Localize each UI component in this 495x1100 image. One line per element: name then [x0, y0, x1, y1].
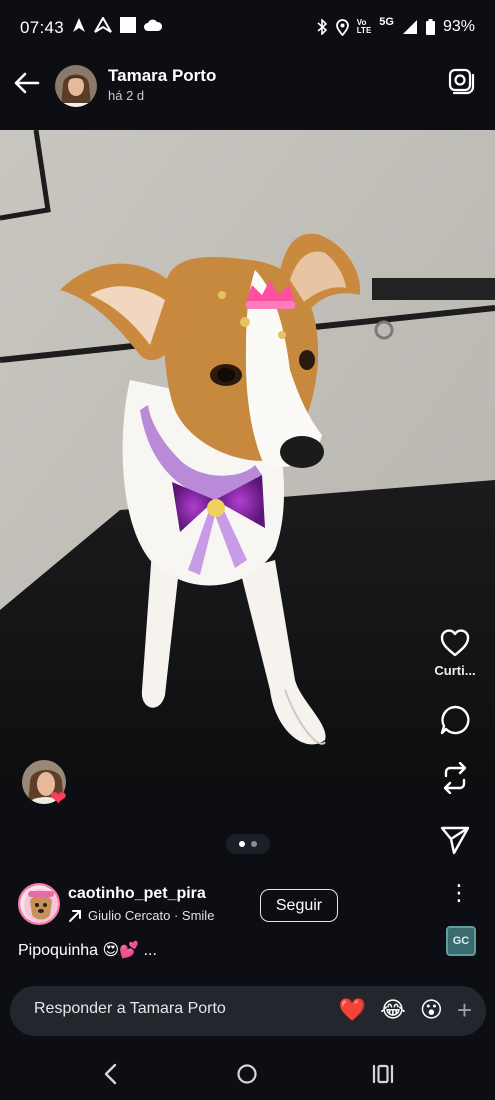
nav-back-icon[interactable]	[98, 1062, 124, 1086]
heart-icon[interactable]	[439, 628, 471, 658]
more-options-icon[interactable]: ⋮	[448, 880, 470, 906]
battery-icon	[425, 19, 435, 35]
like-label: Curti...	[434, 663, 476, 678]
heart-reaction-icon: ❤	[50, 788, 67, 810]
surprise-reaction-button[interactable]: 😮	[420, 997, 443, 1023]
user-avatar[interactable]	[55, 65, 97, 107]
laugh-reaction-button[interactable]: 😂	[380, 997, 406, 1023]
arrow-up-right-icon	[69, 909, 81, 922]
nav-recents-icon[interactable]	[370, 1062, 396, 1086]
repost-action[interactable]	[415, 762, 495, 794]
signal-icon	[402, 20, 417, 34]
network-type: 5G	[379, 16, 394, 28]
status-right-icons: Vo LTE 5G 93%	[316, 16, 475, 36]
status-bar: 07:43 Vo LTE 5G 93%	[0, 0, 495, 56]
reply-bar[interactable]: Responder a Tamara Porto ❤️ 😂 😮 +	[10, 986, 486, 1036]
heart-reaction-button[interactable]: ❤️	[339, 997, 366, 1023]
status-time: 07:43	[20, 18, 65, 37]
story-caption[interactable]: Pipoquinha 😍💕 ...	[18, 940, 157, 960]
story-viewer-screen: 07:43 Vo LTE 5G 93% Tamara Porto há 2 d …	[0, 0, 495, 1100]
carousel-dot-active	[239, 841, 245, 847]
story-timestamp: há 2 d	[108, 88, 145, 103]
comment-action[interactable]	[415, 704, 495, 736]
camera-icon[interactable]	[445, 66, 475, 96]
navigation-arrow-icon	[73, 18, 85, 32]
add-reaction-button[interactable]: +	[457, 997, 472, 1023]
story-photo[interactable]	[0, 130, 495, 788]
repost-icon[interactable]	[439, 762, 471, 794]
battery-percent: 93%	[442, 18, 475, 35]
gc-app-icon[interactable]: GC	[446, 926, 476, 956]
author-avatar[interactable]	[18, 883, 60, 925]
notification-icons	[72, 17, 162, 33]
comment-icon[interactable]	[439, 704, 471, 736]
send-icon[interactable]	[439, 824, 471, 856]
cloud-icon	[144, 19, 162, 31]
reply-input[interactable]: Responder a Tamara Porto	[34, 1000, 226, 1018]
nav-home-icon[interactable]	[234, 1062, 260, 1086]
music-info[interactable]: Giulio Cercato · Smile	[68, 908, 214, 923]
music-label: Giulio Cercato · Smile	[88, 908, 215, 923]
author-handle[interactable]: caotinho_pet_pira	[68, 885, 206, 903]
square-notification-icon	[120, 17, 136, 33]
system-nav-bar	[0, 1046, 495, 1100]
location-icon	[335, 18, 349, 36]
bluetooth-icon	[317, 19, 327, 35]
carousel-indicator	[226, 834, 270, 854]
volte-indicator: Vo LTE	[356, 18, 372, 35]
like-action[interactable]: Curti...	[415, 628, 495, 678]
carousel-dot	[251, 841, 257, 847]
navigation-arrow-icon	[94, 17, 112, 33]
follow-button[interactable]: Seguir	[260, 889, 338, 922]
back-arrow-icon[interactable]	[12, 68, 42, 98]
story-header: Tamara Porto há 2 d	[0, 56, 495, 130]
story-user-name[interactable]: Tamara Porto	[108, 66, 216, 86]
share-action[interactable]	[415, 824, 495, 856]
quick-reactions: ❤️ 😂 😮 +	[339, 997, 472, 1023]
